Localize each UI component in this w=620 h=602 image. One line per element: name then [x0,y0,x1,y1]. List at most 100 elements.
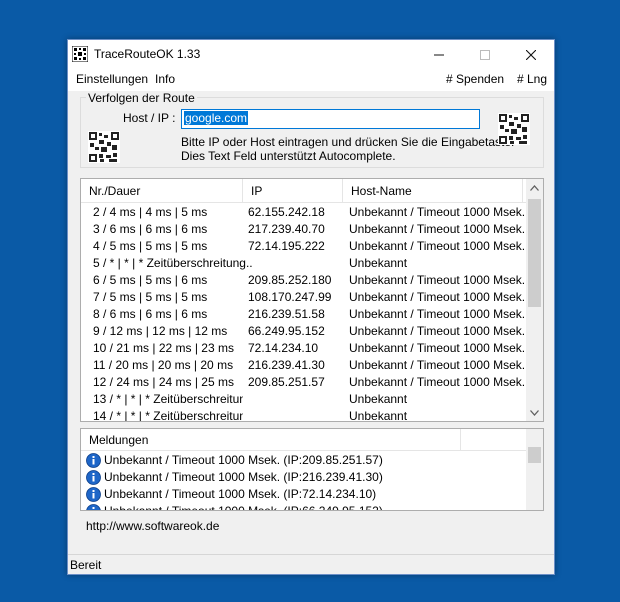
hop-cell: 8 / 6 ms | 6 ms | 6 ms [93,307,208,321]
status-bar: Bereit [68,554,554,574]
table-row[interactable]: 14 / * | * | * Zeitüberschreitun... Unbek… [81,408,527,422]
menu-info[interactable]: Info [155,72,175,86]
minimize-button[interactable] [416,40,462,69]
host-cell: Unbekannt / Timeout 1000 Msek... [349,273,525,287]
status-text: Bereit [70,558,102,572]
ip-cell: 216.239.41.30 [248,358,325,372]
ip-cell: 216.239.51.58 [248,307,325,321]
hop-cell: 6 / 5 ms | 5 ms | 6 ms [93,273,208,287]
host-cell: Unbekannt [349,392,408,406]
messages-list[interactable]: Meldungen Unbekannt / Timeout 1000 Msek.… [80,428,544,511]
hop-cell: 9 / 12 ms | 12 ms | 12 ms [93,324,228,338]
ip-cell: 108.170.247.99 [248,290,332,304]
menu-bar: Einstellungen Info # Spenden # Lng [68,69,554,91]
host-cell: Unbekannt / Timeout 1000 Msek... [349,375,525,389]
message-text: Unbekannt / Timeout 1000 Msek. (IP:72.14… [104,487,377,501]
hop-cell: 11 / 20 ms | 20 ms | 20 ms [93,358,234,372]
maximize-button[interactable] [462,40,508,69]
close-button[interactable] [508,40,554,69]
host-cell: Unbekannt / Timeout 1000 Msek... [349,222,525,236]
messages-body: Unbekannt / Timeout 1000 Msek. (IP:209.8… [81,452,527,511]
chevron-down-icon [530,409,539,416]
message-text: Unbekannt / Timeout 1000 Msek. (IP:209.8… [104,453,383,467]
minimize-icon [434,54,444,55]
table-row[interactable]: 2 / 4 ms | 4 ms | 5 ms 62.155.242.18 Unbek… [81,204,527,221]
table-row[interactable]: 4 / 5 ms | 5 ms | 5 ms 72.14.195.222 Unbek… [81,238,527,255]
column-header-messages[interactable]: Meldungen [81,429,461,451]
scroll-up-button[interactable] [526,179,543,196]
hop-cell: 4 / 5 ms | 5 ms | 5 ms [93,239,208,253]
title-bar[interactable]: TraceRouteOK 1.33 [68,40,554,69]
messages-header: Meldungen [81,429,527,451]
list-item[interactable]: Unbekannt / Timeout 1000 Msek. (IP:72.14… [81,486,527,503]
table-row[interactable]: 7 / 5 ms | 5 ms | 5 ms 108.170.247.99 Unbe… [81,289,527,306]
table-row[interactable]: 5 / * | * | * Zeitüberschreitung... Unbek… [81,255,527,272]
host-input-value: google.com [184,111,249,125]
messages-scrollbar[interactable] [526,429,543,510]
hop-cell: 2 / 4 ms | 4 ms | 5 ms [93,205,208,219]
route-table-body: 2 / 4 ms | 4 ms | 5 ms 62.155.242.18 Unbek… [81,204,527,422]
host-cell: Unbekannt [349,409,408,422]
qr-pattern-icon[interactable] [498,113,530,145]
ip-cell: 209.85.251.57 [248,375,325,389]
app-window: TraceRouteOK 1.33 Einstellungen Info # S… [67,39,555,575]
list-item[interactable]: Unbekannt / Timeout 1000 Msek. (IP:66.24… [81,503,527,511]
scroll-down-button[interactable] [526,404,543,421]
table-row[interactable]: 10 / 21 ms | 22 ms | 23 ms 72.14.234.10 Un… [81,340,527,357]
column-header-hop[interactable]: Nr./Dauer [81,179,243,203]
column-header-ip[interactable]: IP [243,179,343,203]
hop-cell: 10 / 21 ms | 22 ms | 23 ms [93,341,234,355]
hint-text-line2: Dies Text Feld unterstützt Autocomplete. [181,149,396,163]
ip-cell: 217.239.40.70 [248,222,325,236]
close-icon [526,49,536,60]
info-icon [86,453,101,468]
table-row[interactable]: 11 / 20 ms | 20 ms | 20 ms 216.239.41.30 U… [81,357,527,374]
ip-cell: 62.155.242.18 [248,205,325,219]
host-cell: Unbekannt / Timeout 1000 Msek... [349,205,525,219]
list-item[interactable]: Unbekannt / Timeout 1000 Msek. (IP:216.2… [81,469,527,486]
host-cell: Unbekannt / Timeout 1000 Msek... [349,290,525,304]
table-row[interactable]: 3 / 6 ms | 6 ms | 6 ms 217.239.40.70 Unbek… [81,221,527,238]
route-table[interactable]: Nr./Dauer IP Host-Name 2 / 4 ms | 4 ms |… [80,178,544,422]
message-text: Unbekannt / Timeout 1000 Msek. (IP:216.2… [104,470,383,484]
window-title: TraceRouteOK 1.33 [94,47,201,61]
table-row[interactable]: 9 / 12 ms | 12 ms | 12 ms 66.249.95.152 Un… [81,323,527,340]
hop-cell: 7 / 5 ms | 5 ms | 5 ms [93,290,208,304]
chevron-up-icon [530,184,539,191]
message-text: Unbekannt / Timeout 1000 Msek. (IP:66.24… [104,504,383,511]
menu-donate[interactable]: # Spenden [446,72,504,86]
ip-cell: 66.249.95.152 [248,324,325,338]
route-group-title: Verfolgen der Route [86,91,197,105]
info-icon [86,504,101,510]
info-icon [86,470,101,485]
hop-cell: 13 / * | * | * Zeitüberschreitun... [93,392,243,406]
hop-cell: 5 / * | * | * Zeitüberschreitung... [93,256,253,270]
table-row[interactable]: 12 / 24 ms | 24 ms | 25 ms 209.85.251.57 U… [81,374,527,391]
host-input[interactable]: google.com [181,109,480,129]
host-cell: Unbekannt / Timeout 1000 Msek... [349,239,525,253]
info-icon [86,487,101,502]
app-logo-icon [72,46,88,62]
host-cell: Unbekannt / Timeout 1000 Msek... [349,358,525,372]
hop-cell: 3 / 6 ms | 6 ms | 6 ms [93,222,208,236]
hop-cell: 14 / * | * | * Zeitüberschreitun... [93,409,243,422]
column-header-host[interactable]: Host-Name [343,179,523,203]
host-cell: Unbekannt [349,256,408,270]
menu-language[interactable]: # Lng [517,72,547,86]
website-link[interactable]: http://www.softwareok.de [86,519,219,533]
host-cell: Unbekannt / Timeout 1000 Msek... [349,307,525,321]
table-row[interactable]: 8 / 6 ms | 6 ms | 6 ms 216.239.51.58 Unbek… [81,306,527,323]
host-label: Host / IP : [123,111,176,125]
qr-pattern-icon[interactable] [88,131,120,163]
scroll-thumb[interactable] [528,447,541,463]
list-item[interactable]: Unbekannt / Timeout 1000 Msek. (IP:209.8… [81,452,527,469]
hop-cell: 12 / 24 ms | 24 ms | 25 ms [93,375,234,389]
table-row[interactable]: 13 / * | * | * Zeitüberschreitun... Unbek… [81,391,527,408]
route-table-scrollbar[interactable] [526,179,543,421]
scroll-thumb[interactable] [528,199,541,307]
ip-cell: 72.14.195.222 [248,239,325,253]
table-row[interactable]: 6 / 5 ms | 5 ms | 6 ms 209.85.252.180 Unbe… [81,272,527,289]
ip-cell: 72.14.234.10 [248,341,319,355]
host-cell: Unbekannt / Timeout 1000 Msek... [349,341,525,355]
menu-settings[interactable]: Einstellungen [76,72,148,86]
